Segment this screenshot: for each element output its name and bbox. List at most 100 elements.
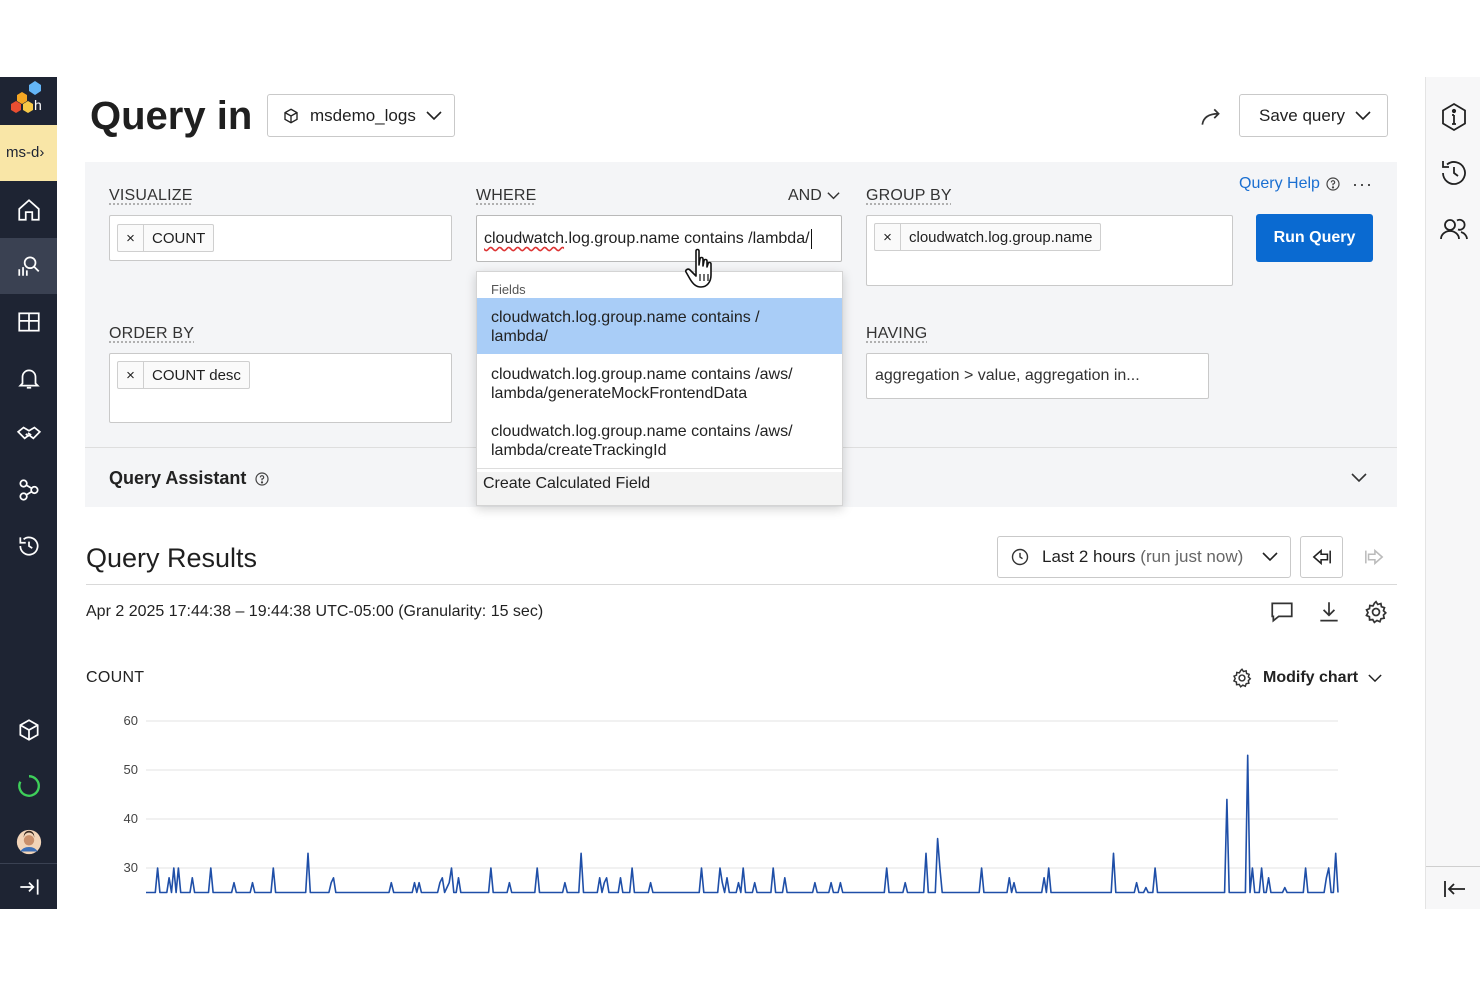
chart-y-tick-label: 50 (124, 762, 138, 777)
where-operator-label: AND (788, 187, 822, 204)
chevron-down-icon (827, 192, 840, 200)
help-icon (1326, 177, 1340, 191)
where-input[interactable]: cloudwatch.log.group.name contains /lamb… (476, 215, 842, 262)
query-help-link[interactable]: Query Help (1239, 175, 1341, 193)
time-back-button[interactable] (1300, 536, 1343, 578)
group-by-chip-label: cloudwatch.log.group.name (909, 228, 1093, 246)
chart-y-label: COUNT (86, 669, 145, 686)
save-query-label: Save query (1259, 105, 1345, 125)
query-assistant-text: Query Assistant (109, 468, 247, 488)
chevron-down-icon (1368, 673, 1382, 682)
dropdown-option-line: cloudwatch.log.group.name contains / (491, 309, 760, 326)
modify-chart-label: Modify chart (1263, 669, 1359, 686)
where-autocomplete-dropdown: Fields cloudwatch.log.group.name contain… (476, 271, 843, 506)
honeycomb-logo[interactable]: h (0, 77, 57, 125)
chevron-down-icon (1355, 110, 1371, 120)
dropdown-option-line: cloudwatch.log.group.name contains /aws/ (491, 366, 793, 383)
visualize-chip: × COUNT (117, 224, 215, 252)
datasets-cube-icon[interactable] (0, 702, 57, 758)
divider (477, 468, 842, 469)
home-icon[interactable] (0, 182, 57, 238)
group-by-label: GROUP BY (866, 187, 952, 204)
left-nav: h ms-d› (0, 77, 57, 909)
team-icon[interactable] (1426, 201, 1480, 257)
chart-y-tick-label: 30 (124, 860, 138, 875)
remove-chip-icon[interactable]: × (118, 362, 144, 388)
run-query-button[interactable]: Run Query (1256, 214, 1373, 262)
chevron-down-icon[interactable] (1351, 470, 1367, 486)
help-icon[interactable] (254, 471, 270, 487)
chevron-down-icon (426, 110, 442, 120)
download-icon[interactable] (1316, 599, 1342, 625)
where-value-field: cloudwatch (484, 230, 565, 247)
collapse-panel-icon[interactable] (1426, 861, 1480, 909)
history-icon[interactable] (0, 518, 57, 574)
where-operator-select[interactable]: AND (788, 187, 840, 205)
avatar[interactable] (0, 814, 57, 870)
where-label: WHERE (476, 187, 537, 204)
gear-icon (1232, 668, 1252, 688)
chevron-down-icon (1262, 552, 1278, 562)
dropdown-option[interactable]: cloudwatch.log.group.name contains /aws/… (477, 355, 842, 411)
count-line-chart[interactable]: 30 40 50 60 (86, 707, 1356, 909)
time-range-label: Last 2 hours (1042, 547, 1136, 566)
dropdown-option[interactable]: cloudwatch.log.group.name contains /aws/… (477, 412, 842, 468)
save-query-button[interactable]: Save query (1239, 94, 1388, 137)
dropdown-option-line: lambda/generateMockFrontendData (491, 385, 748, 402)
results-title: Query Results (86, 543, 258, 573)
environment-name: ms-d (6, 144, 40, 161)
arrow-left-icon (1312, 548, 1331, 566)
divider (86, 584, 1397, 585)
chevron-right-icon: › (39, 144, 45, 161)
time-forward-button[interactable] (1352, 536, 1395, 578)
handshake-icon[interactable] (0, 406, 57, 462)
order-by-label: ORDER BY (109, 325, 195, 342)
order-by-chip: × COUNT desc (117, 361, 250, 389)
dropdown-option-line: lambda/ (491, 328, 548, 345)
order-by-input[interactable]: × COUNT desc (109, 353, 452, 423)
chart-gridlines (146, 720, 1338, 869)
environment-switcher[interactable]: ms-d› (0, 125, 57, 181)
text-caret (810, 228, 812, 249)
status-ring-icon[interactable] (0, 758, 57, 814)
where-value-rest: .log.group.name contains /lambda/ (564, 230, 810, 247)
svg-text:h: h (34, 97, 42, 113)
having-label: HAVING (866, 325, 928, 342)
history-icon[interactable] (1426, 145, 1480, 201)
time-range-select[interactable]: Last 2 hours (run just now) (997, 536, 1291, 578)
remove-chip-icon[interactable]: × (118, 225, 144, 251)
more-options-icon[interactable]: ··· (1352, 174, 1373, 195)
modify-chart-button[interactable]: Modify chart (1231, 667, 1382, 689)
visualize-chip-label: COUNT (152, 229, 206, 247)
count-series-line[interactable] (146, 754, 1339, 894)
chart-y-tick-label: 60 (124, 713, 138, 728)
service-map-icon[interactable] (0, 462, 57, 518)
gear-icon[interactable] (1363, 599, 1389, 625)
order-by-chip-label: COUNT desc (152, 366, 241, 384)
visualize-input[interactable]: × COUNT (109, 215, 452, 261)
group-by-input[interactable]: × cloudwatch.log.group.name (866, 215, 1233, 286)
boards-icon[interactable] (0, 294, 57, 350)
group-by-chip: × cloudwatch.log.group.name (874, 223, 1102, 251)
bell-icon[interactable] (0, 350, 57, 406)
dropdown-option-line: lambda/createTrackingId (491, 442, 667, 459)
hand-cursor-icon (685, 248, 712, 288)
time-range-text: Apr 2 2025 17:44:38 – 19:44:38 UTC-05:00… (86, 603, 544, 620)
query-assistant-label: Query Assistant (109, 468, 270, 489)
share-icon[interactable] (1198, 104, 1224, 130)
expand-nav-icon[interactable] (0, 863, 57, 909)
query-icon[interactable] (0, 238, 57, 294)
time-range-note: (run just now) (1140, 547, 1244, 566)
dropdown-option[interactable]: cloudwatch.log.group.name contains / lam… (477, 298, 842, 354)
remove-chip-icon[interactable]: × (875, 224, 901, 250)
info-icon[interactable] (1426, 89, 1480, 145)
clock-icon (1011, 548, 1029, 566)
query-help-label: Query Help (1239, 175, 1320, 192)
cube-icon (284, 107, 298, 124)
dataset-name: msdemo_logs (310, 105, 416, 125)
having-input[interactable]: aggregation > value, aggregation in... (866, 353, 1209, 399)
comment-icon[interactable] (1269, 599, 1295, 625)
dataset-selector[interactable]: msdemo_logs (267, 94, 455, 137)
create-calculated-field-option[interactable]: Create Calculated Field (477, 472, 842, 505)
arrow-right-icon (1364, 548, 1383, 566)
